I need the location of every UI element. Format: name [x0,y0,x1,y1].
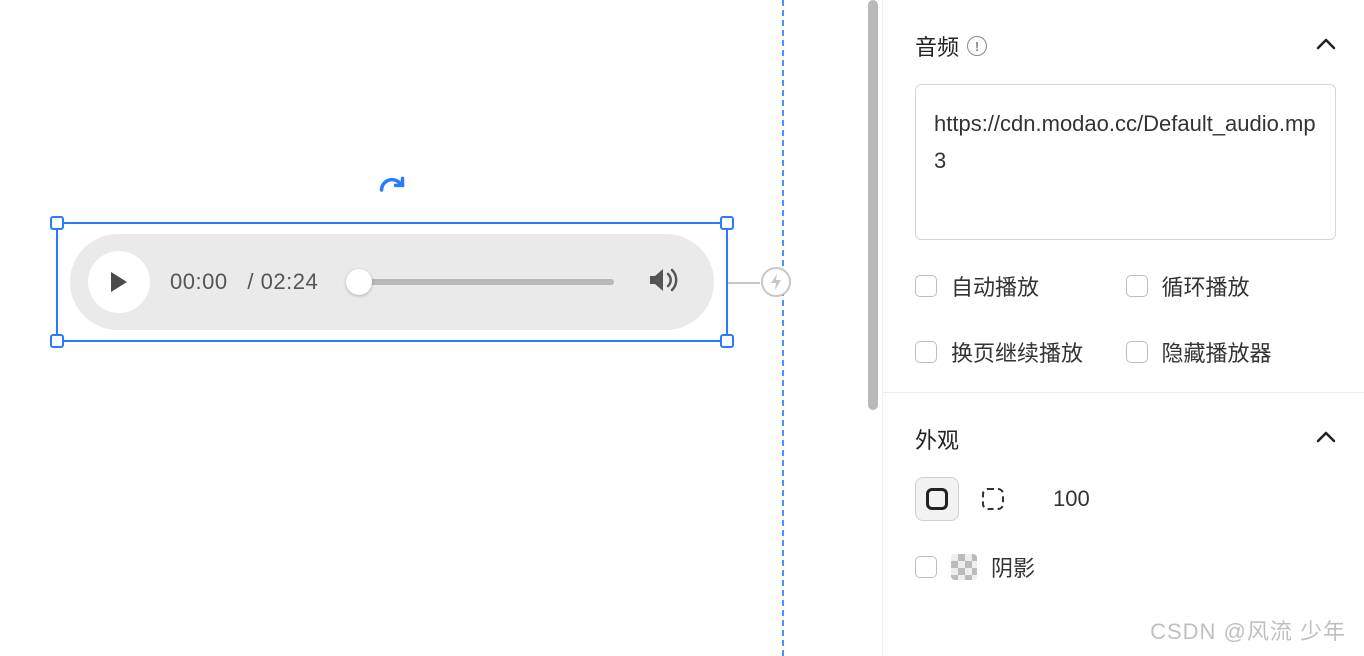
watermark: CSDN @风流 少年 [1150,614,1346,646]
canvas-guide-line [782,0,784,656]
interaction-bolt-icon[interactable] [760,266,792,298]
shadow-checkbox[interactable] [915,556,937,578]
opacity-value[interactable]: 100 [1053,486,1090,512]
border-style-solid[interactable] [915,477,959,521]
shadow-color-swatch[interactable] [951,554,977,580]
shadow-option[interactable]: 阴影 [915,551,1336,583]
square-solid-icon [926,488,948,510]
section-divider [883,392,1364,393]
appearance-section-title: 外观 [915,423,959,455]
design-canvas[interactable]: 00:00 / 02:24 [0,0,880,656]
loop-label: 循环播放 [1162,270,1250,302]
shadow-label: 阴影 [991,551,1035,583]
audio-section-header: 音频 ! [915,30,1336,62]
rotate-handle[interactable] [378,176,406,209]
autoplay-option[interactable]: 自动播放 [915,270,1126,302]
hide-player-label: 隐藏播放器 [1162,336,1272,368]
square-dashed-icon [982,488,1004,510]
connector-line [728,282,760,284]
panel-scrollbar[interactable] [866,0,880,656]
loop-checkbox[interactable] [1126,275,1148,297]
loop-option[interactable]: 循环播放 [1126,270,1337,302]
audio-url-input[interactable]: https://cdn.modao.cc/Default_audio.mp3 [915,84,1336,240]
resize-handle-bl[interactable] [50,334,64,348]
autoplay-label: 自动播放 [951,270,1039,302]
hide-player-checkbox[interactable] [1126,341,1148,363]
autoplay-checkbox[interactable] [915,275,937,297]
appearance-section-header: 外观 [915,423,1336,455]
hide-player-option[interactable]: 隐藏播放器 [1126,336,1337,368]
resize-handle-tr[interactable] [720,216,734,230]
continue-label: 换页继续播放 [951,336,1083,368]
resize-handle-br[interactable] [720,334,734,348]
collapse-icon[interactable] [1316,430,1336,449]
audio-section-title: 音频 [915,30,959,62]
info-icon[interactable]: ! [967,36,987,56]
border-style-dashed[interactable] [971,477,1015,521]
collapse-icon[interactable] [1316,37,1336,56]
selection-outline[interactable] [56,222,728,342]
resize-handle-tl[interactable] [50,216,64,230]
scrollbar-thumb[interactable] [868,0,878,410]
continue-option[interactable]: 换页继续播放 [915,336,1126,368]
properties-panel: 音频 ! https://cdn.modao.cc/Default_audio.… [882,0,1364,656]
continue-checkbox[interactable] [915,341,937,363]
